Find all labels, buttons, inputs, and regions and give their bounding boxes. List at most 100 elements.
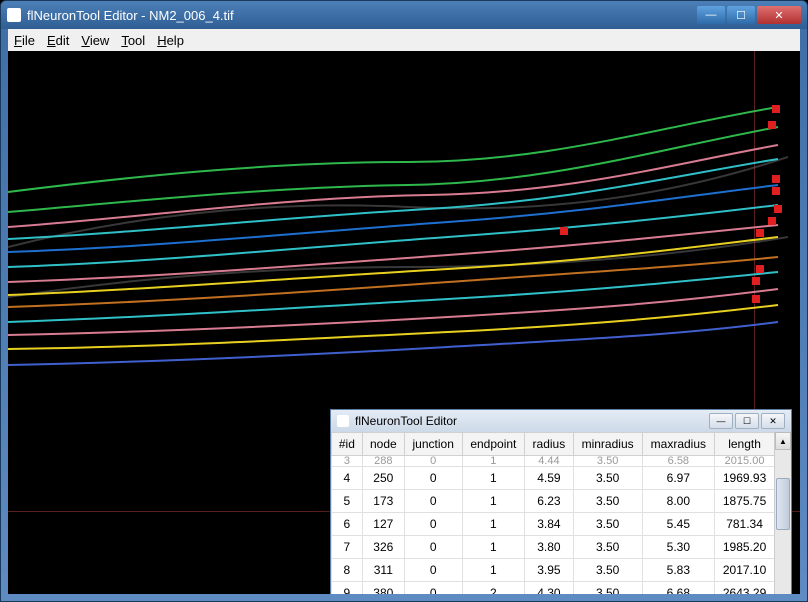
table-row[interactable]: 7326013.803.505.301985.20: [332, 536, 775, 559]
endpoint-marker[interactable]: [560, 227, 568, 235]
endpoint-marker[interactable]: [752, 295, 760, 303]
maximize-button[interactable]: ☐: [727, 6, 755, 24]
table-cell: 4: [332, 467, 363, 490]
table-cell: 2015.00: [715, 456, 775, 467]
endpoint-marker[interactable]: [772, 187, 780, 195]
sub-window-title: flNeuronTool Editor: [355, 414, 709, 428]
endpoint-marker[interactable]: [756, 229, 764, 237]
table-body: 3288014.443.506.582015.004250014.593.506…: [332, 456, 775, 595]
table-cell: 5: [332, 490, 363, 513]
sub-titlebar[interactable]: flNeuronTool Editor — ☐ ✕: [331, 410, 791, 433]
table-cell: 5.30: [642, 536, 715, 559]
table-header-cell[interactable]: junction: [404, 433, 462, 456]
table-cell: 2017.10: [715, 559, 775, 582]
table-header-cell[interactable]: minradius: [573, 433, 642, 456]
table-cell: 311: [362, 559, 404, 582]
sub-window-controls: — ☐ ✕: [709, 413, 785, 429]
vertical-scrollbar[interactable]: ▲ ▼: [774, 432, 791, 594]
table-header-cell[interactable]: radius: [525, 433, 573, 456]
table-row[interactable]: 4250014.593.506.971969.93: [332, 467, 775, 490]
menu-bar: File Edit View Tool Help: [8, 29, 800, 52]
scroll-track[interactable]: [775, 448, 791, 594]
table-cell: 3.50: [573, 490, 642, 513]
image-canvas[interactable]: flNeuronTool Editor — ☐ ✕ #idnodejunctio…: [8, 51, 800, 594]
client-area: File Edit View Tool Help: [8, 29, 800, 594]
menu-tool[interactable]: Tool: [121, 33, 145, 48]
table-cell: 3.84: [525, 513, 573, 536]
data-table: #idnodejunctionendpointradiusminradiusma…: [331, 432, 775, 594]
table-row[interactable]: 3288014.443.506.582015.00: [332, 456, 775, 467]
table-cell: 3.50: [573, 536, 642, 559]
data-table-window[interactable]: flNeuronTool Editor — ☐ ✕ #idnodejunctio…: [330, 409, 792, 594]
menu-help[interactable]: Help: [157, 33, 184, 48]
menu-view[interactable]: View: [81, 33, 109, 48]
app-icon: [337, 415, 349, 427]
table-row[interactable]: 8311013.953.505.832017.10: [332, 559, 775, 582]
endpoint-marker[interactable]: [772, 105, 780, 113]
endpoint-marker[interactable]: [752, 277, 760, 285]
table-cell: 3.50: [573, 559, 642, 582]
table-cell: 9: [332, 582, 363, 595]
table-cell: 3.50: [573, 582, 642, 595]
table-cell: 1: [462, 456, 525, 467]
table-cell: 380: [362, 582, 404, 595]
sub-minimize-button[interactable]: —: [709, 413, 733, 429]
table-container: #idnodejunctionendpointradiusminradiusma…: [331, 432, 775, 594]
table-header-cell[interactable]: maxradius: [642, 433, 715, 456]
table-cell: 8: [332, 559, 363, 582]
main-window: flNeuronTool Editor - NM2_006_4.tif — ☐ …: [0, 0, 808, 602]
table-cell: 1: [462, 490, 525, 513]
endpoint-marker[interactable]: [774, 205, 782, 213]
table-cell: 288: [362, 456, 404, 467]
table-cell: 2: [462, 582, 525, 595]
table-cell: 1: [462, 467, 525, 490]
table-cell: 6.23: [525, 490, 573, 513]
table-cell: 3.80: [525, 536, 573, 559]
table-cell: 1: [462, 513, 525, 536]
table-cell: 1: [462, 559, 525, 582]
table-cell: 0: [404, 456, 462, 467]
app-icon: [7, 8, 21, 22]
sub-close-button[interactable]: ✕: [761, 413, 785, 429]
table-cell: 0: [404, 490, 462, 513]
menu-file[interactable]: File: [14, 33, 35, 48]
table-cell: 5.45: [642, 513, 715, 536]
endpoint-marker[interactable]: [756, 265, 764, 273]
table-cell: 0: [404, 513, 462, 536]
endpoint-marker[interactable]: [768, 217, 776, 225]
table-cell: 127: [362, 513, 404, 536]
table-cell: 4.59: [525, 467, 573, 490]
table-cell: 7: [332, 536, 363, 559]
minimize-button[interactable]: —: [697, 6, 725, 24]
table-header-cell[interactable]: node: [362, 433, 404, 456]
table-cell: 3.50: [573, 467, 642, 490]
table-cell: 0: [404, 536, 462, 559]
table-cell: 0: [404, 467, 462, 490]
close-button[interactable]: ✕: [757, 6, 801, 24]
table-row[interactable]: 9380024.303.506.682643.29: [332, 582, 775, 595]
table-row[interactable]: 6127013.843.505.45781.34: [332, 513, 775, 536]
menu-edit[interactable]: Edit: [47, 33, 69, 48]
table-cell: 1: [462, 536, 525, 559]
main-titlebar[interactable]: flNeuronTool Editor - NM2_006_4.tif — ☐ …: [1, 1, 807, 29]
table-cell: 0: [404, 582, 462, 595]
table-cell: 5.83: [642, 559, 715, 582]
window-controls: — ☐ ✕: [697, 6, 801, 24]
table-cell: 8.00: [642, 490, 715, 513]
table-cell: 6.58: [642, 456, 715, 467]
table-header-cell[interactable]: length: [715, 433, 775, 456]
table-cell: 6.68: [642, 582, 715, 595]
table-cell: 781.34: [715, 513, 775, 536]
endpoint-marker[interactable]: [768, 121, 776, 129]
table-header-cell[interactable]: #id: [332, 433, 363, 456]
endpoint-marker[interactable]: [772, 175, 780, 183]
table-cell: 4.30: [525, 582, 573, 595]
table-cell: 1875.75: [715, 490, 775, 513]
table-cell: 1969.93: [715, 467, 775, 490]
table-row[interactable]: 5173016.233.508.001875.75: [332, 490, 775, 513]
table-header-row: #idnodejunctionendpointradiusminradiusma…: [332, 433, 775, 456]
table-cell: 3.50: [573, 456, 642, 467]
table-header-cell[interactable]: endpoint: [462, 433, 525, 456]
sub-maximize-button[interactable]: ☐: [735, 413, 759, 429]
scroll-thumb[interactable]: [776, 478, 790, 530]
